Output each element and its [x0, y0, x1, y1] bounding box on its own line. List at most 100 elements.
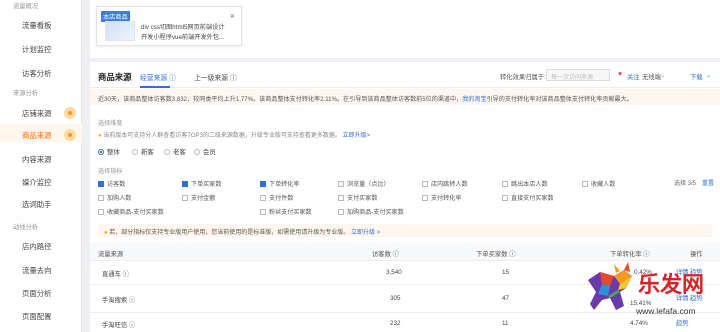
metric-label: 访客数 [107, 181, 126, 188]
checkbox-checked-icon [260, 181, 266, 187]
product-thumbnail [105, 21, 135, 41]
heart-icon[interactable]: ♥ [618, 71, 622, 78]
col-order-rate[interactable]: 下单转化率 ⓘ [610, 249, 650, 258]
metric-checkbox-pay-amount[interactable]: 支付金额 [182, 193, 215, 202]
sidebar-item-shop-path[interactable]: 店内路径 [22, 241, 52, 252]
sidebar-item-shop-source[interactable]: 店铺来源 [22, 108, 52, 119]
metric-label: 直接支付买家数 [511, 195, 554, 202]
radio-member-label: 会员 [203, 149, 216, 156]
radio-new-customers[interactable]: 新客 [132, 147, 154, 156]
checkbox-icon [338, 195, 344, 201]
sidebar-item-plan-monitor[interactable]: 计划监控 [22, 44, 52, 55]
col-visitors[interactable]: 访客数 ⓘ [372, 249, 399, 258]
active-tab-indicator [140, 86, 170, 88]
dimension-hint: ● 当前版本可支持分人群查看访客TOP3的二级来源数据，升级专业版可支持查看更多… [98, 130, 370, 139]
reset-button[interactable]: 重置 [702, 178, 714, 187]
radio-all[interactable]: 整体 [98, 147, 120, 156]
col-order-buyers[interactable]: 下单买家数 ⓘ [476, 249, 516, 258]
selected-count: 选择 3/5 [674, 181, 697, 187]
attribution-select[interactable]: 每一次访问来源 [546, 69, 610, 81]
table-row-source: 手淘旺信 ⓘ [102, 322, 136, 329]
metric-label: 收藏商品-支付买家数 [107, 209, 164, 216]
radio-new-label: 新客 [141, 149, 154, 156]
checkbox-icon [260, 209, 266, 215]
checkbox-icon [502, 195, 508, 201]
sidebar-item-product-source[interactable]: 商品来源 [22, 130, 52, 141]
upgrade-link[interactable]: 立即升级> [343, 133, 371, 139]
product-popup[interactable]: 本店商品 × div css切图html5网页前端设计 开发小程序vue前端开发… [96, 6, 242, 46]
metric-checkbox-add-cart[interactable]: 加购人数 [98, 193, 131, 202]
sidebar-item-traffic-destination[interactable]: 流量去向 [22, 265, 52, 276]
radio-off-icon [132, 149, 138, 155]
metric-checkbox-fav-pay[interactable]: 收藏商品-支付买家数 [98, 207, 164, 216]
checkbox-icon [182, 195, 188, 201]
sidebar-item-keyword-helper[interactable]: 选词助手 [22, 199, 52, 210]
checkbox-icon [582, 181, 588, 187]
radio-old-label: 老客 [173, 149, 186, 156]
checkbox-icon [422, 195, 428, 201]
sidebar-item-traffic-board[interactable]: 流量看板 [22, 20, 52, 31]
metric-label: 下单买家数 [191, 181, 222, 188]
metric-label: 支付件数 [269, 195, 294, 202]
download-button[interactable]: 下载 [690, 72, 703, 81]
checkbox-icon [98, 195, 104, 201]
radio-old-customers[interactable]: 老客 [164, 147, 186, 156]
sidebar: 流量概况 流量看板 计划监控 访客分析 来源分析 店铺来源 商品来源 内容来源 … [0, 0, 82, 332]
notice-text-a: 近30天，该商品整体访客数3,832，较同类平均上升1.77%。该商品整体支付转… [98, 96, 463, 103]
dimension-section-label: 选择维度 [98, 120, 123, 127]
metric-label: 加购商品-支付买家数 [347, 209, 404, 216]
radio-members[interactable]: 会员 [194, 147, 216, 156]
close-icon[interactable]: × [230, 11, 235, 21]
follow-button[interactable]: 关注 [627, 72, 640, 81]
metric-checkbox-direct-pay[interactable]: 直接支付买家数 [502, 193, 554, 202]
metric-checkbox-bounce[interactable]: 跳出本店人数 [502, 179, 548, 188]
metric-checkbox-pay-rate[interactable]: 支付转化率 [422, 193, 461, 202]
metric-label: 支付买家数 [347, 195, 378, 202]
metric-checkbox-pay-items[interactable]: 支付件数 [260, 193, 293, 202]
conversion-attribution-label: 转化效果归属于: [500, 74, 546, 81]
metric-checkbox-visitors[interactable]: 访客数 [98, 179, 125, 188]
device-select[interactable]: 无线端 [642, 72, 661, 81]
metric-checkbox-favorites[interactable]: 收藏人数 [582, 179, 615, 188]
warning-text: 若，部分指标仅支持专业版用户使用，您当前使用的是标准版，如需使用请升级为专业版。 [109, 230, 350, 236]
insight-notice: 近30天，该商品整体访客数3,832，较同类平均上升1.77%。该商品整体支付转… [90, 89, 720, 105]
metric-checkbox-pageviews[interactable]: 浏览量（点比） [338, 179, 390, 188]
metric-label: 收藏人数 [591, 181, 616, 188]
metric-checkbox-order-buyers[interactable]: 下单买家数 [182, 179, 221, 188]
checkbox-icon [338, 209, 344, 215]
metric-label: 支付金额 [191, 195, 216, 202]
table-row-visitors: 3,540 [386, 269, 402, 276]
table-row-visitors: 232 [390, 320, 401, 327]
radio-off-icon [194, 149, 200, 155]
new-badge-icon [64, 129, 76, 141]
metric-checkbox-cart-pay[interactable]: 加购商品-支付买家数 [338, 207, 404, 216]
new-badge-icon [64, 107, 76, 119]
bull-logo-icon: 乐发网 www.lefafa.com [588, 262, 704, 316]
tab-business-source[interactable]: 经营来源 ⓘ [140, 72, 176, 82]
metric-checkbox-fan-pay[interactable]: 粉丝支付买家数 [260, 207, 312, 216]
metric-label: 店内跳转人数 [431, 181, 468, 188]
warning-upgrade-link[interactable]: 立即升级 > [351, 230, 380, 236]
table-row-visitors: 305 [390, 295, 401, 302]
metric-checkbox-internal-jump[interactable]: 店内跳转人数 [422, 179, 468, 188]
notice-highlight-link[interactable]: 我的淘宝 [462, 96, 486, 103]
metric-checkbox-order-rate[interactable]: 下单转化率 [260, 179, 299, 188]
sidebar-item-page-analysis[interactable]: 页面分析 [22, 288, 52, 299]
chevron-down-icon[interactable]: ⌄ [660, 72, 665, 79]
radio-all-label: 整体 [107, 149, 120, 156]
tab-parent-source[interactable]: 上一级来源 ⓘ [194, 72, 237, 82]
sidebar-item-page-config[interactable]: 页面配置 [22, 311, 52, 322]
sidebar-item-media-monitor[interactable]: 媒介监控 [22, 177, 52, 188]
table-row-source: 手淘搜索 ⓘ [102, 297, 136, 304]
sidebar-item-visitor-analysis[interactable]: 访客分析 [22, 68, 52, 79]
upgrade-warning: ● 若，部分指标仅支持专业版用户使用，您当前使用的是标准版，如需使用请升级为专业… [98, 224, 712, 237]
checkbox-checked-icon [182, 181, 188, 187]
table-row-buyers: 15 [502, 269, 510, 276]
metric-label: 支付转化率 [431, 195, 462, 202]
metric-label: 加购人数 [107, 195, 132, 202]
sidebar-item-content-source[interactable]: 内容来源 [22, 154, 52, 165]
chevron-down-icon[interactable]: ⌄ [706, 72, 711, 79]
metric-checkbox-pay-buyers[interactable]: 支付买家数 [338, 193, 377, 202]
table-row-buyers: 47 [502, 295, 510, 302]
table-row-source: 直通车 ⓘ [102, 271, 129, 278]
